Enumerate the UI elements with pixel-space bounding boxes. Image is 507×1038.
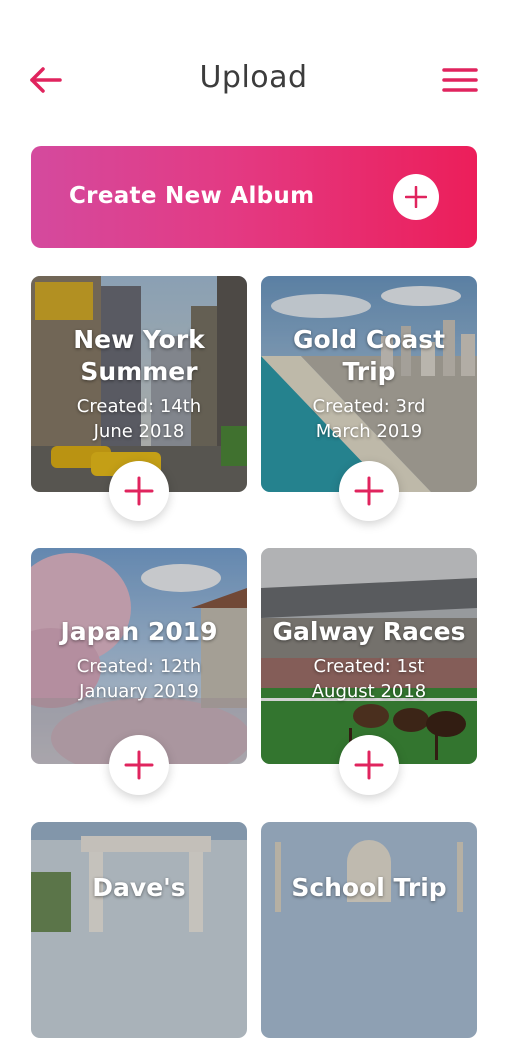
- album-created-date: Created: 12th January 2019: [76, 656, 202, 702]
- album-title: New York Summer: [73, 325, 205, 386]
- album-card-school-trip[interactable]: School Trip: [261, 822, 477, 1038]
- album-created-date: Created: 14th June 2018: [76, 396, 202, 442]
- menu-button[interactable]: [441, 64, 479, 96]
- album-title: Galway Races: [272, 617, 466, 646]
- header: Upload: [0, 0, 507, 160]
- plus-icon: [354, 750, 384, 780]
- album-info: Dave's: [31, 872, 247, 904]
- plus-icon: [354, 476, 384, 506]
- album-add-button-gold-coast-trip[interactable]: [339, 461, 399, 521]
- album-info: School Trip: [261, 872, 477, 904]
- create-album-add-button[interactable]: [393, 174, 439, 220]
- album-title: School Trip: [291, 873, 447, 902]
- create-album-button[interactable]: Create New Album: [31, 146, 477, 248]
- album-info: Japan 2019 Created: 12th January 2019: [31, 616, 247, 704]
- album-created-date: Created: 1st August 2018: [311, 656, 427, 702]
- album-card-japan-2019[interactable]: Japan 2019 Created: 12th January 2019: [31, 548, 247, 764]
- create-album-label: Create New Album: [69, 183, 315, 209]
- plus-icon: [405, 186, 427, 208]
- hamburger-menu-icon: [442, 68, 478, 92]
- album-card-daves[interactable]: Dave's: [31, 822, 247, 1038]
- plus-icon: [124, 476, 154, 506]
- album-add-button-galway-races[interactable]: [339, 735, 399, 795]
- album-title: Japan 2019: [60, 617, 218, 646]
- page-title: Upload: [199, 60, 308, 95]
- album-info: New York Summer Created: 14th June 2018: [31, 324, 247, 444]
- album-title: Dave's: [92, 873, 186, 902]
- album-title: Gold Coast Trip: [292, 325, 446, 386]
- album-overlay: [31, 822, 247, 1038]
- album-card-new-york-summer[interactable]: New York Summer Created: 14th June 2018: [31, 276, 247, 492]
- album-created-date: Created: 3rd March 2019: [312, 396, 426, 442]
- album-add-button-new-york-summer[interactable]: [109, 461, 169, 521]
- album-overlay: [261, 822, 477, 1038]
- plus-icon: [124, 750, 154, 780]
- album-card-gold-coast-trip[interactable]: Gold Coast Trip Created: 3rd March 2019: [261, 276, 477, 492]
- album-info: Gold Coast Trip Created: 3rd March 2019: [261, 324, 477, 444]
- album-add-button-japan-2019[interactable]: [109, 735, 169, 795]
- album-card-galway-races[interactable]: Galway Races Created: 1st August 2018: [261, 548, 477, 764]
- album-info: Galway Races Created: 1st August 2018: [261, 616, 477, 704]
